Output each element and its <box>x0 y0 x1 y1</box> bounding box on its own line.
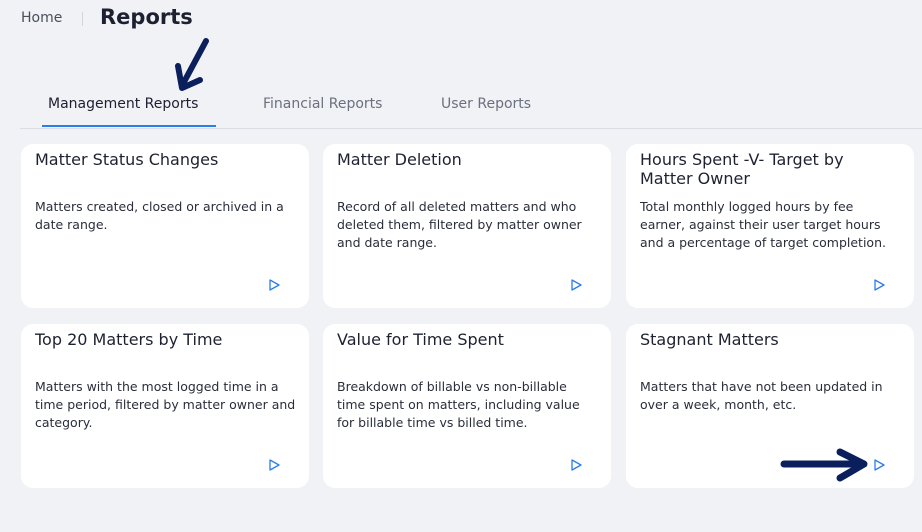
report-card-description: Record of all deleted matters and who de… <box>337 199 582 250</box>
tab-financial-reports[interactable]: Financial Reports <box>263 96 382 112</box>
report-card-title: Stagnant Matters <box>640 330 779 349</box>
page-title: Reports <box>100 5 193 29</box>
play-icon[interactable] <box>569 278 583 292</box>
play-icon[interactable] <box>267 278 281 292</box>
report-card-description: Matters created, closed or archived in a… <box>35 199 284 232</box>
report-card-value-for-time-spent[interactable]: Value for Time Spent Breakdown of billab… <box>323 324 611 488</box>
play-icon[interactable] <box>569 458 583 472</box>
report-card-title: Matter Deletion <box>337 150 462 169</box>
report-card-description: Matters with the most logged time in a t… <box>35 379 296 430</box>
report-card-title: Top 20 Matters by Time <box>35 330 223 349</box>
play-icon[interactable] <box>872 278 886 292</box>
report-card-matter-deletion[interactable]: Matter Deletion Record of all deleted ma… <box>323 144 611 308</box>
report-card-stagnant-matters[interactable]: Stagnant Matters Matters that have not b… <box>626 324 914 488</box>
report-card-description: Matters that have not been updated in ov… <box>640 379 883 412</box>
breadcrumb-home-link[interactable]: Home <box>21 10 62 26</box>
report-card-title: Matter Status Changes <box>35 150 219 169</box>
report-card-description: Total monthly logged hours by fee earner… <box>640 199 886 250</box>
report-card-matter-status-changes[interactable]: Matter Status Changes Matters created, c… <box>21 144 309 308</box>
report-tabs: Management Reports Financial Reports Use… <box>20 84 922 129</box>
tab-management-reports[interactable]: Management Reports <box>48 96 198 112</box>
report-card-top-20-matters-by-time[interactable]: Top 20 Matters by Time Matters with the … <box>21 324 309 488</box>
report-card-hours-spent-vs-target[interactable]: Hours Spent -V- Target by Matter Owner T… <box>626 144 914 308</box>
active-tab-indicator <box>42 125 216 127</box>
tab-user-reports[interactable]: User Reports <box>441 96 531 112</box>
breadcrumb-divider <box>82 12 83 26</box>
play-icon[interactable] <box>872 458 886 472</box>
report-card-title: Hours Spent -V- Target by Matter Owner <box>640 150 844 188</box>
play-icon[interactable] <box>267 458 281 472</box>
report-card-title: Value for Time Spent <box>337 330 504 349</box>
report-card-description: Breakdown of billable vs non-billable ti… <box>337 379 580 430</box>
header: Home Reports <box>0 0 922 40</box>
